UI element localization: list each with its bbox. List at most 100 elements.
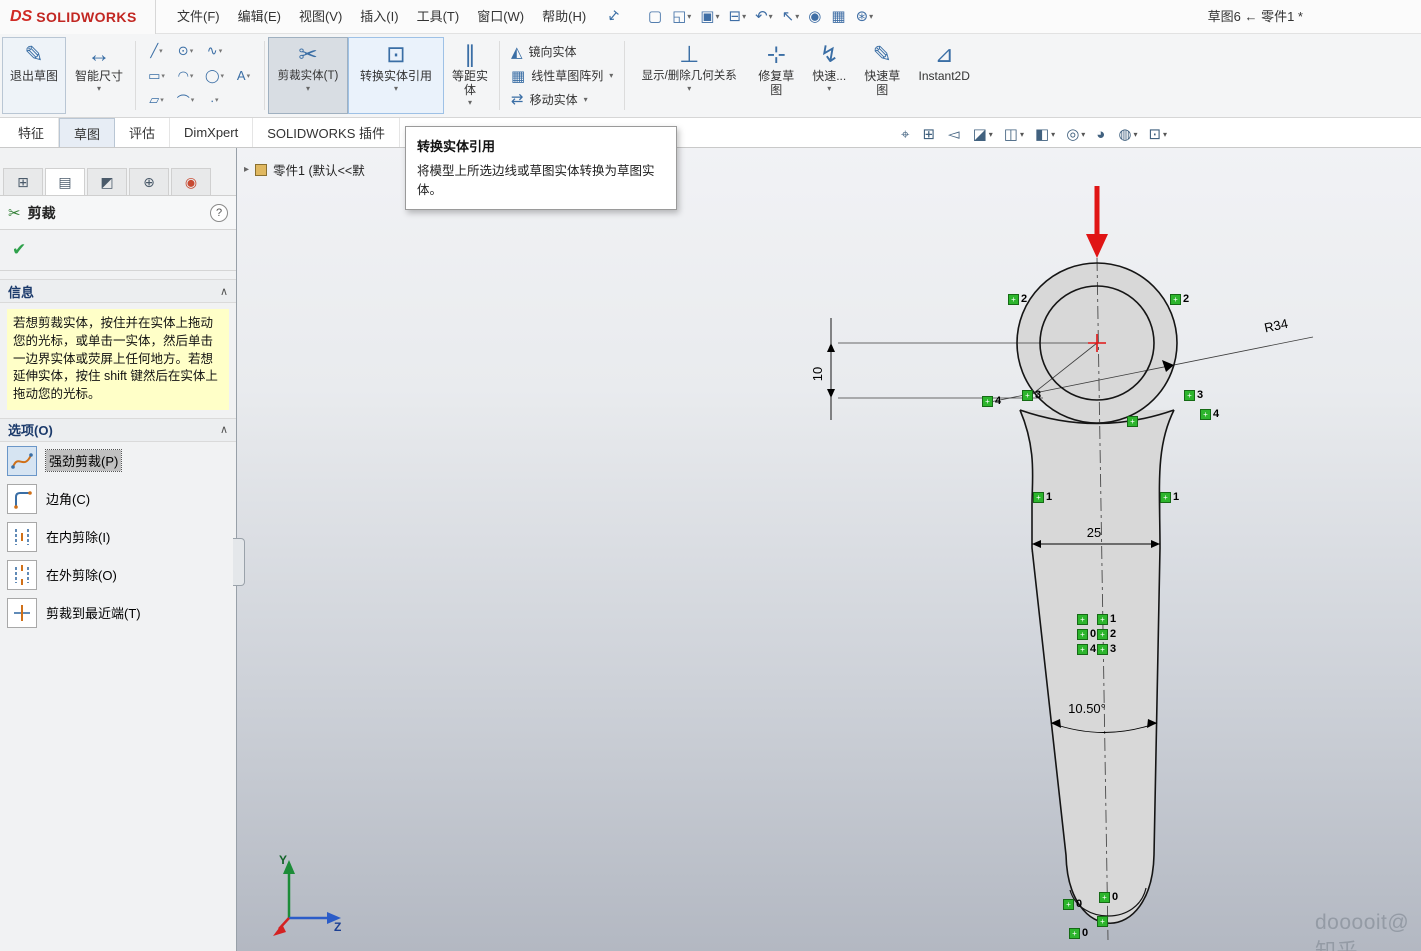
command-tab[interactable]: 评估	[115, 118, 170, 147]
menu-item[interactable]: 视图(V)	[290, 5, 351, 29]
dropdown-caret-icon[interactable]: ▾	[190, 47, 194, 55]
dropdown-caret-icon[interactable]: ▾	[795, 12, 799, 21]
tree-root-label[interactable]: 零件1 (默认<<默	[273, 160, 365, 179]
options-icon[interactable]: ⊛ ▾	[853, 7, 877, 27]
spline-icon[interactable]: ∿▾	[201, 40, 228, 62]
dropdown-caret-icon[interactable]: ▾	[989, 130, 993, 139]
dropdown-caret-icon[interactable]: ▾	[827, 85, 831, 93]
appearance-tab[interactable]: ◉	[171, 168, 211, 195]
display-style-icon[interactable]: ◧ ▾	[1032, 124, 1058, 144]
dropdown-caret-icon[interactable]: ▾	[742, 12, 746, 21]
panel-splitter-handle[interactable]	[233, 538, 245, 586]
sketch-canvas[interactable]: 10 25 R34 10.50° Y Z	[237, 148, 1421, 951]
dropdown-caret-icon[interactable]: ▾	[97, 85, 101, 93]
command-tab[interactable]: DimXpert	[170, 118, 253, 147]
dim-text-angle[interactable]: 10.50°	[1068, 701, 1106, 716]
help-icon[interactable]: ?	[210, 204, 228, 222]
dropdown-caret-icon[interactable]: ▾	[219, 47, 223, 55]
dropdown-caret-icon[interactable]: ▾	[869, 12, 873, 21]
option-trim-inside[interactable]: 在内剪除(I)	[0, 518, 236, 556]
menu-item[interactable]: 编辑(E)	[229, 5, 290, 29]
dropdown-caret-icon[interactable]: ▾	[215, 96, 219, 104]
repair-sketch-button[interactable]: ⊹ 修复草图	[750, 37, 802, 114]
menu-item[interactable]: 文件(F)	[168, 5, 229, 29]
dropdown-caret-icon[interactable]: ▾	[306, 85, 310, 93]
apply-scene-icon[interactable]: ◍ ▾	[1115, 124, 1140, 144]
zoom-fit-icon[interactable]: ⌖	[898, 125, 914, 144]
collapse-icon[interactable]: ∧	[220, 285, 228, 298]
dropdown-caret-icon[interactable]: ▾	[468, 99, 472, 107]
design-table-icon[interactable]: ▦	[828, 7, 849, 27]
info-section-header[interactable]: 信息 ∧	[0, 279, 236, 303]
trim-entities-button[interactable]: ✂ 剪裁实体(T) ▾	[268, 37, 348, 114]
graphics-area[interactable]: 10 25 R34 10.50° Y Z	[237, 148, 1421, 951]
dropdown-caret-icon[interactable]: ▾	[160, 96, 164, 104]
view-orientation-icon[interactable]: ◫ ▾	[1001, 124, 1027, 144]
dropdown-caret-icon[interactable]: ▾	[715, 12, 719, 21]
rapid-sketch-button[interactable]: ✎ 快速草图	[856, 37, 908, 114]
dim-text-r34[interactable]: R34	[1263, 316, 1289, 336]
new-document-icon[interactable]: ▢	[645, 7, 666, 27]
exit-sketch-button[interactable]: ✎ 退出草图	[2, 37, 66, 114]
featuremanager-tree-tab[interactable]: ⊞	[3, 168, 43, 195]
menu-item[interactable]: 插入(I)	[351, 5, 407, 29]
dropdown-caret-icon[interactable]: ▾	[161, 72, 165, 80]
collapse-icon[interactable]: ∧	[220, 423, 228, 436]
dropdown-caret-icon[interactable]: ▾	[247, 72, 251, 80]
undo-icon[interactable]: ↶ ▾	[752, 7, 776, 27]
dropdown-caret-icon[interactable]: ▾	[1163, 130, 1167, 139]
dropdown-caret-icon[interactable]: ▾	[1133, 130, 1137, 139]
dropdown-caret-icon[interactable]: ▾	[687, 12, 691, 21]
expander-icon[interactable]: ▸	[244, 164, 249, 175]
dim-text-10[interactable]: 10	[810, 367, 825, 381]
dropdown-caret-icon[interactable]: ▾	[394, 85, 398, 93]
dropdown-caret-icon[interactable]: ▾	[190, 72, 194, 80]
pin-toolbar-icon[interactable]: ↧	[603, 6, 623, 27]
edit-appearance-icon[interactable]: ◕	[1093, 125, 1110, 144]
section-view-icon[interactable]: ◪ ▾	[970, 124, 996, 144]
ellipse-icon[interactable]: ◯▾	[201, 65, 228, 87]
rectangle-icon[interactable]: ▭▾	[143, 65, 170, 87]
command-tab[interactable]: SOLIDWORKS 插件	[253, 118, 400, 147]
line-icon[interactable]: ╱▾	[143, 40, 170, 62]
option-corner[interactable]: 边角(C)	[0, 480, 236, 518]
configuration-tab[interactable]: ◩	[87, 168, 127, 195]
dropdown-caret-icon[interactable]: ▾	[221, 72, 225, 80]
dropdown-caret-icon[interactable]: ▾	[191, 96, 195, 104]
dim-text-25[interactable]: 25	[1087, 525, 1101, 540]
move-entities-button[interactable]: ⇄ 移动实体 ▾	[505, 87, 619, 111]
command-tab[interactable]: 草图	[59, 118, 115, 147]
spell-checker-icon[interactable]: ◉	[805, 7, 825, 27]
quick-snaps-button[interactable]: ↯ 快速... ▾	[802, 37, 856, 114]
option-trim-to-closest[interactable]: 剪裁到最近端(T)	[0, 594, 236, 632]
select-icon[interactable]: ↖ ▾	[779, 7, 803, 27]
dimxpert-tab[interactable]: ⊕	[129, 168, 169, 195]
dropdown-caret-icon[interactable]: ▾	[609, 71, 613, 80]
display-delete-relations-button[interactable]: ⊥ 显示/删除几何关系 ▾	[628, 37, 750, 114]
ok-button[interactable]: ✔	[12, 240, 26, 260]
linear-sketch-pattern-button[interactable]: ▦ 线性草图阵列 ▾	[505, 64, 619, 88]
propertymanager-tab[interactable]: ▤	[45, 168, 85, 195]
convert-entities-button[interactable]: ⊡ 转换实体引用 ▾	[348, 37, 444, 114]
feature-tree-flyout[interactable]: ▸ 零件1 (默认<<默	[244, 160, 365, 179]
dropdown-caret-icon[interactable]: ▾	[584, 95, 588, 104]
option-power-trim[interactable]: 强劲剪裁(P)	[0, 442, 236, 480]
point-icon[interactable]: ∙▾	[201, 89, 228, 111]
arc-icon[interactable]: ◠▾	[172, 65, 199, 87]
dropdown-caret-icon[interactable]: ▾	[1081, 130, 1085, 139]
dropdown-caret-icon[interactable]: ▾	[1020, 130, 1024, 139]
print-icon[interactable]: ⊟ ▾	[726, 7, 750, 27]
options-section-header[interactable]: 选项(O) ∧	[0, 418, 236, 442]
previous-view-icon[interactable]: ◅	[945, 124, 965, 144]
fillet-icon[interactable]: ⌒▾	[172, 89, 199, 111]
menu-item[interactable]: 工具(T)	[408, 5, 469, 29]
menu-item[interactable]: 帮助(H)	[533, 5, 595, 29]
command-tab[interactable]: 特征	[4, 118, 59, 147]
mirror-entities-button[interactable]: ◭ 镜向实体	[505, 40, 619, 64]
option-trim-outside[interactable]: 在外剪除(O)	[0, 556, 236, 594]
text-icon[interactable]: A▾	[230, 65, 257, 87]
smart-dimension-button[interactable]: ↔ 智能尺寸 ▾	[66, 37, 132, 114]
zoom-area-icon[interactable]: ⊞	[919, 124, 940, 144]
hide-show-items-icon[interactable]: ◎ ▾	[1063, 124, 1088, 144]
view-settings-icon[interactable]: ⊡ ▾	[1145, 124, 1170, 144]
